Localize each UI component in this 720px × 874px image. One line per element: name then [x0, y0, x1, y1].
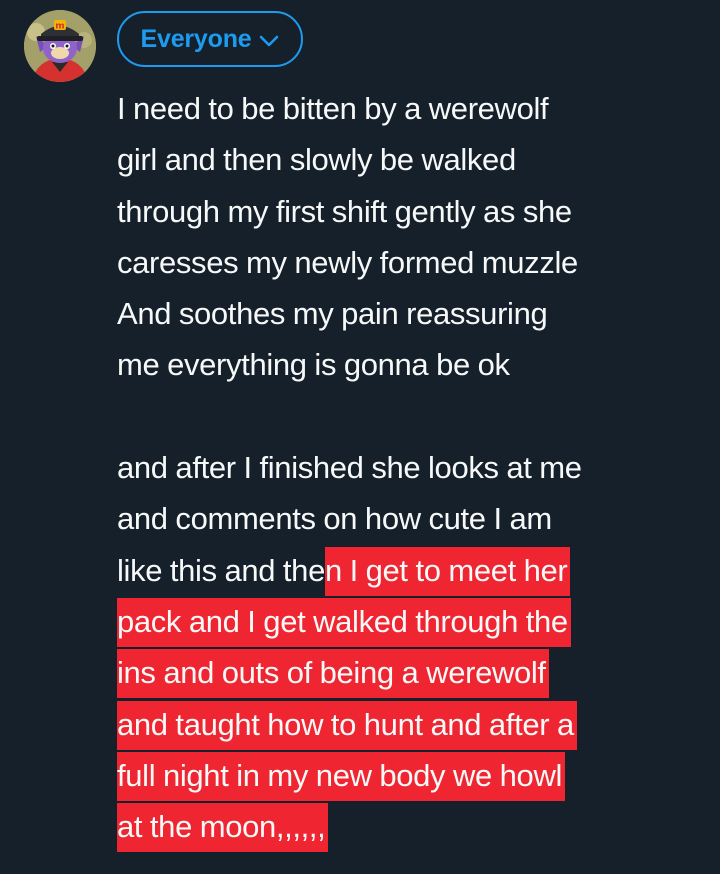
audience-label: Everyone: [140, 24, 252, 53]
highlighted-line: pack and I get walked through the: [117, 603, 568, 639]
text-line: girl and then slowly be walked: [117, 142, 516, 178]
highlighted-line: at the moon,,,,,,: [117, 809, 326, 845]
highlighted-line: n I get to meet her: [324, 552, 568, 588]
post-text[interactable]: I need to be bitten by a werewolf girl an…: [117, 83, 707, 853]
text-line: and comments on how cute I am: [117, 501, 552, 537]
text-line: caresses my newly formed muzzle: [117, 244, 578, 280]
avatar-badge: m: [55, 22, 64, 32]
text-line: And soothes my pain reassuring: [117, 296, 548, 332]
audience-selector-button[interactable]: Everyone: [117, 11, 303, 67]
avatar-image: m: [24, 10, 96, 82]
avatar[interactable]: m: [24, 10, 96, 82]
post-paragraph-2: and after I finished she looks at me and …: [117, 442, 707, 853]
highlighted-line: and taught how to hunt and after a: [117, 706, 574, 742]
text-line: me everything is gonna be ok: [117, 347, 510, 383]
text-line: like this and the: [117, 552, 325, 588]
text-line: I need to be bitten by a werewolf: [117, 91, 549, 126]
highlighted-line: full night in my new body we howl: [117, 757, 563, 793]
text-line: and after I finished she looks at me: [117, 450, 582, 486]
highlighted-text: n I get to meet her pack and I get walked…: [117, 546, 577, 853]
chevron-down-icon: [259, 35, 279, 47]
text-line: through my first shift gently as she: [117, 193, 572, 229]
post-paragraph-1: I need to be bitten by a werewolf girl an…: [117, 83, 707, 391]
highlighted-line: ins and outs of being a werewolf: [117, 655, 546, 691]
